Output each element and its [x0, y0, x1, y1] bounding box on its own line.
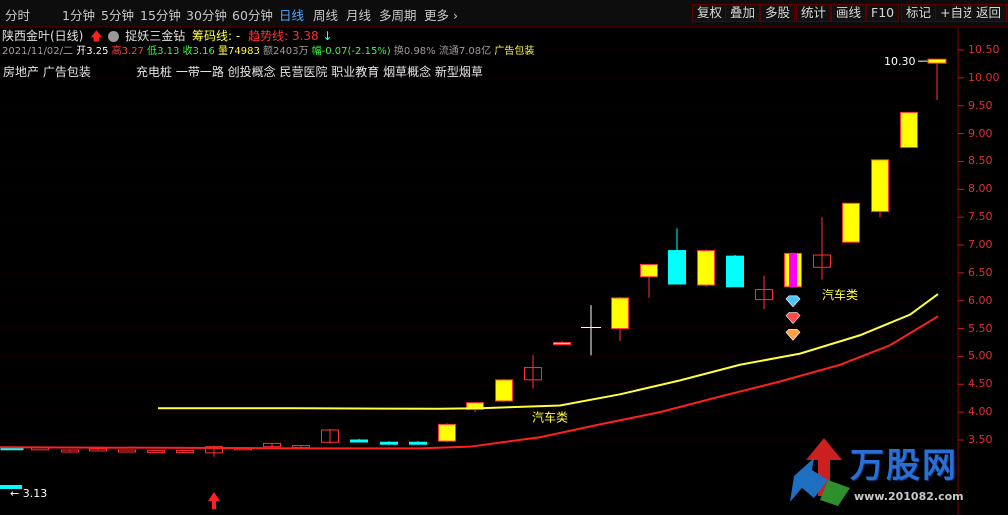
tab-more[interactable]: 更多 ›	[424, 5, 458, 24]
axis-price-label: 10.00	[968, 70, 1000, 84]
back-button[interactable]: 返回	[971, 4, 1007, 22]
diamond-icon	[785, 312, 801, 324]
tab-more-label: 更多	[424, 8, 450, 23]
high-price-label: 10.30	[884, 55, 916, 68]
mark-button[interactable]: 标记	[901, 4, 937, 22]
tab-15min[interactable]: 15分钟	[140, 5, 181, 24]
axis-price-label: 6.00	[968, 293, 993, 307]
tab-monthly[interactable]: 月线	[346, 5, 371, 24]
statistics-button[interactable]: 统计	[796, 4, 832, 22]
tab-timeshare[interactable]: 分时	[5, 5, 30, 24]
watermark-logo-icon	[790, 438, 850, 506]
tab-1min[interactable]: 1分钟	[62, 5, 95, 24]
candle-body	[350, 439, 368, 443]
watermark-url: www.201082.com	[854, 490, 964, 503]
diamond-icon	[785, 328, 801, 341]
axis-price-label: 10.50	[968, 43, 1000, 56]
candle-body	[611, 297, 629, 330]
sector-tag-auto-1: 汽车类	[532, 409, 568, 424]
tab-30min[interactable]: 30分钟	[186, 5, 227, 24]
candle-body	[438, 423, 456, 442]
tab-5min[interactable]: 5分钟	[101, 5, 134, 24]
candle-body	[380, 441, 398, 445]
sector-tag-auto-2: 汽车类	[822, 287, 858, 302]
candle-body	[176, 450, 194, 454]
candle-body	[495, 379, 513, 402]
candle-body	[640, 264, 658, 278]
candle-body	[842, 202, 860, 243]
multi-stock-button[interactable]: 多股	[760, 4, 796, 22]
tab-60min[interactable]: 60分钟	[232, 5, 273, 24]
axis-price-label: 5.50	[968, 321, 993, 335]
axis-price-label: 7.50	[968, 210, 993, 224]
axis-price-label: 4.00	[968, 405, 993, 419]
candle-body	[118, 449, 136, 453]
axis-price-label: 6.50	[968, 265, 993, 279]
cyan-marker	[0, 485, 22, 489]
ma-red-line	[0, 315, 939, 450]
candle-body	[668, 250, 686, 285]
watermark: 万股网 www.201082.com	[784, 436, 984, 512]
draw-line-button[interactable]: 画线	[831, 4, 867, 22]
axis-price-label: 5.00	[968, 349, 993, 363]
axis-price-label: 9.00	[968, 126, 993, 140]
watermark-text: 万股网	[850, 446, 958, 486]
candle-body	[553, 342, 571, 345]
candle-body-magenta	[789, 253, 797, 287]
tab-daily[interactable]: 日线	[279, 5, 304, 24]
tab-multi-period[interactable]: 多周期	[379, 5, 417, 24]
axis-price-label: 4.50	[968, 377, 993, 391]
f10-button[interactable]: F10	[866, 4, 900, 22]
chevron-right-icon: ›	[449, 8, 458, 23]
candle-body	[726, 255, 744, 288]
overlay-button[interactable]: 叠加	[725, 4, 761, 22]
candle-body	[871, 159, 889, 213]
axis-price-label: 8.00	[968, 182, 993, 196]
buy-arrow-icon	[208, 492, 220, 509]
high-marker-box	[927, 58, 947, 64]
period-toolbar: 分时 1分钟 5分钟 15分钟 30分钟 60分钟 日线 周线 月线 多周期 更…	[0, 0, 1008, 27]
candle-body	[147, 450, 165, 454]
candle-body	[697, 250, 715, 286]
axis-price-label: 7.00	[968, 238, 993, 251]
axis-price-label: 9.50	[968, 98, 993, 112]
restore-rights-button[interactable]: 复权	[692, 4, 728, 22]
candle-body	[900, 111, 918, 148]
tab-weekly[interactable]: 周线	[313, 5, 338, 24]
ma-yellow-line	[158, 293, 939, 410]
candle-body	[409, 441, 427, 445]
diamond-icon	[785, 295, 801, 308]
axis-price-label: 8.50	[968, 154, 993, 168]
